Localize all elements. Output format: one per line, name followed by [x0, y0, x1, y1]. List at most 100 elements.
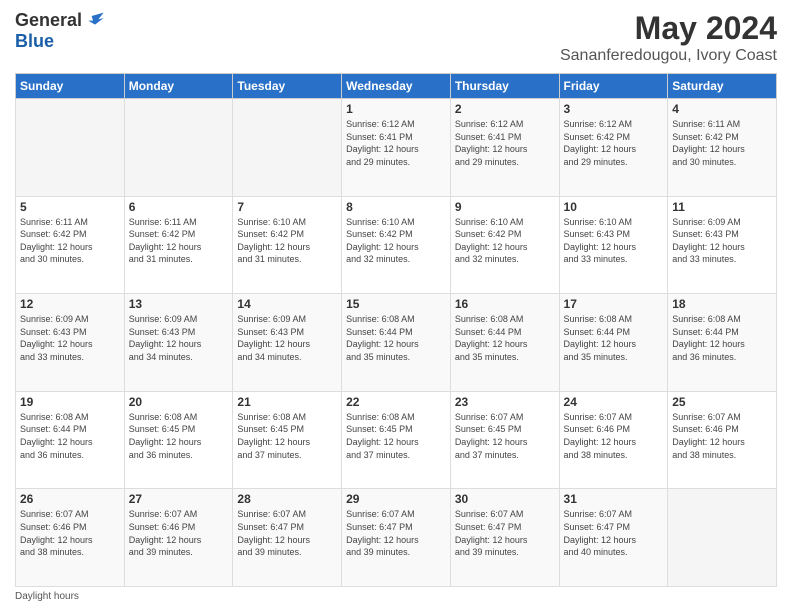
day-info: Sunrise: 6:09 AM Sunset: 6:43 PM Dayligh… [129, 313, 229, 363]
day-number: 8 [346, 200, 446, 214]
page: General Blue May 2024 Sananferedougou, I… [0, 0, 792, 612]
calendar-cell: 29 Sunrise: 6:07 AM Sunset: 6:47 PM Dayli… [342, 489, 451, 587]
day-info: Sunrise: 6:10 AM Sunset: 6:43 PM Dayligh… [564, 216, 664, 266]
day-number: 23 [455, 395, 555, 409]
calendar-cell: 11 Sunrise: 6:09 AM Sunset: 6:43 PM Dayli… [668, 196, 777, 294]
calendar-cell: 7 Sunrise: 6:10 AM Sunset: 6:42 PM Daylig… [233, 196, 342, 294]
title-block: May 2024 Sananferedougou, Ivory Coast [560, 10, 777, 65]
subtitle: Sananferedougou, Ivory Coast [560, 47, 777, 65]
weekday-header-monday: Monday [124, 74, 233, 99]
calendar-cell [668, 489, 777, 587]
calendar-cell: 30 Sunrise: 6:07 AM Sunset: 6:47 PM Dayli… [450, 489, 559, 587]
day-number: 4 [672, 102, 772, 116]
day-number: 16 [455, 297, 555, 311]
day-info: Sunrise: 6:09 AM Sunset: 6:43 PM Dayligh… [672, 216, 772, 266]
day-number: 13 [129, 297, 229, 311]
calendar-cell: 14 Sunrise: 6:09 AM Sunset: 6:43 PM Dayli… [233, 294, 342, 392]
day-number: 30 [455, 492, 555, 506]
calendar-cell [124, 99, 233, 197]
calendar-week-row: 12 Sunrise: 6:09 AM Sunset: 6:43 PM Dayli… [16, 294, 777, 392]
logo-general-text: General [15, 10, 82, 31]
day-number: 14 [237, 297, 337, 311]
calendar-cell: 23 Sunrise: 6:07 AM Sunset: 6:45 PM Dayli… [450, 391, 559, 489]
calendar-cell: 12 Sunrise: 6:09 AM Sunset: 6:43 PM Dayli… [16, 294, 125, 392]
weekday-header-sunday: Sunday [16, 74, 125, 99]
calendar-cell: 18Sunrise: 6:08 AM Sunset: 6:44 PM Dayli… [668, 294, 777, 392]
calendar-cell: 10Sunrise: 6:10 AM Sunset: 6:43 PM Dayli… [559, 196, 668, 294]
weekday-header-wednesday: Wednesday [342, 74, 451, 99]
day-number: 2 [455, 102, 555, 116]
day-number: 20 [129, 395, 229, 409]
day-info: Sunrise: 6:07 AM Sunset: 6:46 PM Dayligh… [129, 508, 229, 558]
calendar-week-row: 19 Sunrise: 6:08 AM Sunset: 6:44 PM Dayli… [16, 391, 777, 489]
calendar-cell: 1 Sunrise: 6:12 AM Sunset: 6:41 PM Daylig… [342, 99, 451, 197]
calendar-cell: 24 Sunrise: 6:07 AM Sunset: 6:46 PM Dayli… [559, 391, 668, 489]
weekday-header-row: SundayMondayTuesdayWednesdayThursdayFrid… [16, 74, 777, 99]
footer-note: Daylight hours [15, 591, 777, 602]
day-number: 11 [672, 200, 772, 214]
calendar-cell: 3 Sunrise: 6:12 AM Sunset: 6:42 PM Daylig… [559, 99, 668, 197]
day-number: 15 [346, 297, 446, 311]
calendar-cell: 4 Sunrise: 6:11 AM Sunset: 6:42 PM Daylig… [668, 99, 777, 197]
calendar-cell: 9Sunrise: 6:10 AM Sunset: 6:42 PM Daylig… [450, 196, 559, 294]
day-info: Sunrise: 6:07 AM Sunset: 6:47 PM Dayligh… [237, 508, 337, 558]
calendar-cell: 27Sunrise: 6:07 AM Sunset: 6:46 PM Dayli… [124, 489, 233, 587]
calendar-cell: 15 Sunrise: 6:08 AM Sunset: 6:44 PM Dayli… [342, 294, 451, 392]
calendar-cell: 13 Sunrise: 6:09 AM Sunset: 6:43 PM Dayli… [124, 294, 233, 392]
calendar-cell: 22Sunrise: 6:08 AM Sunset: 6:45 PM Dayli… [342, 391, 451, 489]
day-info: Sunrise: 6:08 AM Sunset: 6:44 PM Dayligh… [20, 411, 120, 461]
calendar-cell [16, 99, 125, 197]
day-info: Sunrise: 6:07 AM Sunset: 6:45 PM Dayligh… [455, 411, 555, 461]
day-info: Sunrise: 6:11 AM Sunset: 6:42 PM Dayligh… [672, 118, 772, 168]
day-number: 28 [237, 492, 337, 506]
main-title: May 2024 [560, 10, 777, 47]
day-info: Sunrise: 6:08 AM Sunset: 6:44 PM Dayligh… [346, 313, 446, 363]
day-info: Sunrise: 6:07 AM Sunset: 6:47 PM Dayligh… [346, 508, 446, 558]
day-info: Sunrise: 6:10 AM Sunset: 6:42 PM Dayligh… [237, 216, 337, 266]
day-info: Sunrise: 6:09 AM Sunset: 6:43 PM Dayligh… [20, 313, 120, 363]
day-number: 3 [564, 102, 664, 116]
day-info: Sunrise: 6:12 AM Sunset: 6:41 PM Dayligh… [346, 118, 446, 168]
calendar-cell: 28 Sunrise: 6:07 AM Sunset: 6:47 PM Dayli… [233, 489, 342, 587]
logo: General Blue [15, 10, 105, 52]
day-info: Sunrise: 6:07 AM Sunset: 6:46 PM Dayligh… [672, 411, 772, 461]
logo-blue-text: Blue [15, 31, 54, 52]
day-info: Sunrise: 6:07 AM Sunset: 6:47 PM Dayligh… [564, 508, 664, 558]
day-info: Sunrise: 6:08 AM Sunset: 6:45 PM Dayligh… [237, 411, 337, 461]
day-info: Sunrise: 6:07 AM Sunset: 6:46 PM Dayligh… [564, 411, 664, 461]
calendar-cell: 20Sunrise: 6:08 AM Sunset: 6:45 PM Dayli… [124, 391, 233, 489]
day-info: Sunrise: 6:09 AM Sunset: 6:43 PM Dayligh… [237, 313, 337, 363]
day-info: Sunrise: 6:11 AM Sunset: 6:42 PM Dayligh… [129, 216, 229, 266]
day-info: Sunrise: 6:12 AM Sunset: 6:41 PM Dayligh… [455, 118, 555, 168]
day-number: 12 [20, 297, 120, 311]
calendar-cell: 17 Sunrise: 6:08 AM Sunset: 6:44 PM Dayli… [559, 294, 668, 392]
day-number: 24 [564, 395, 664, 409]
weekday-header-friday: Friday [559, 74, 668, 99]
calendar-cell: 31Sunrise: 6:07 AM Sunset: 6:47 PM Dayli… [559, 489, 668, 587]
day-number: 17 [564, 297, 664, 311]
day-number: 1 [346, 102, 446, 116]
calendar-week-row: 1 Sunrise: 6:12 AM Sunset: 6:41 PM Daylig… [16, 99, 777, 197]
day-number: 19 [20, 395, 120, 409]
day-number: 29 [346, 492, 446, 506]
logo-bird-icon [85, 11, 105, 31]
day-number: 25 [672, 395, 772, 409]
calendar-cell: 5Sunrise: 6:11 AM Sunset: 6:42 PM Daylig… [16, 196, 125, 294]
day-info: Sunrise: 6:11 AM Sunset: 6:42 PM Dayligh… [20, 216, 120, 266]
daylight-label: Daylight hours [15, 591, 79, 602]
calendar-cell: 25 Sunrise: 6:07 AM Sunset: 6:46 PM Dayli… [668, 391, 777, 489]
header: General Blue May 2024 Sananferedougou, I… [15, 10, 777, 65]
day-info: Sunrise: 6:08 AM Sunset: 6:44 PM Dayligh… [672, 313, 772, 363]
day-number: 22 [346, 395, 446, 409]
day-info: Sunrise: 6:08 AM Sunset: 6:44 PM Dayligh… [564, 313, 664, 363]
calendar-cell: 21Sunrise: 6:08 AM Sunset: 6:45 PM Dayli… [233, 391, 342, 489]
day-info: Sunrise: 6:07 AM Sunset: 6:47 PM Dayligh… [455, 508, 555, 558]
day-info: Sunrise: 6:12 AM Sunset: 6:42 PM Dayligh… [564, 118, 664, 168]
calendar: SundayMondayTuesdayWednesdayThursdayFrid… [15, 73, 777, 587]
day-number: 7 [237, 200, 337, 214]
calendar-week-row: 26 Sunrise: 6:07 AM Sunset: 6:46 PM Dayli… [16, 489, 777, 587]
calendar-cell: 2 Sunrise: 6:12 AM Sunset: 6:41 PM Daylig… [450, 99, 559, 197]
weekday-header-tuesday: Tuesday [233, 74, 342, 99]
day-number: 26 [20, 492, 120, 506]
day-info: Sunrise: 6:08 AM Sunset: 6:44 PM Dayligh… [455, 313, 555, 363]
